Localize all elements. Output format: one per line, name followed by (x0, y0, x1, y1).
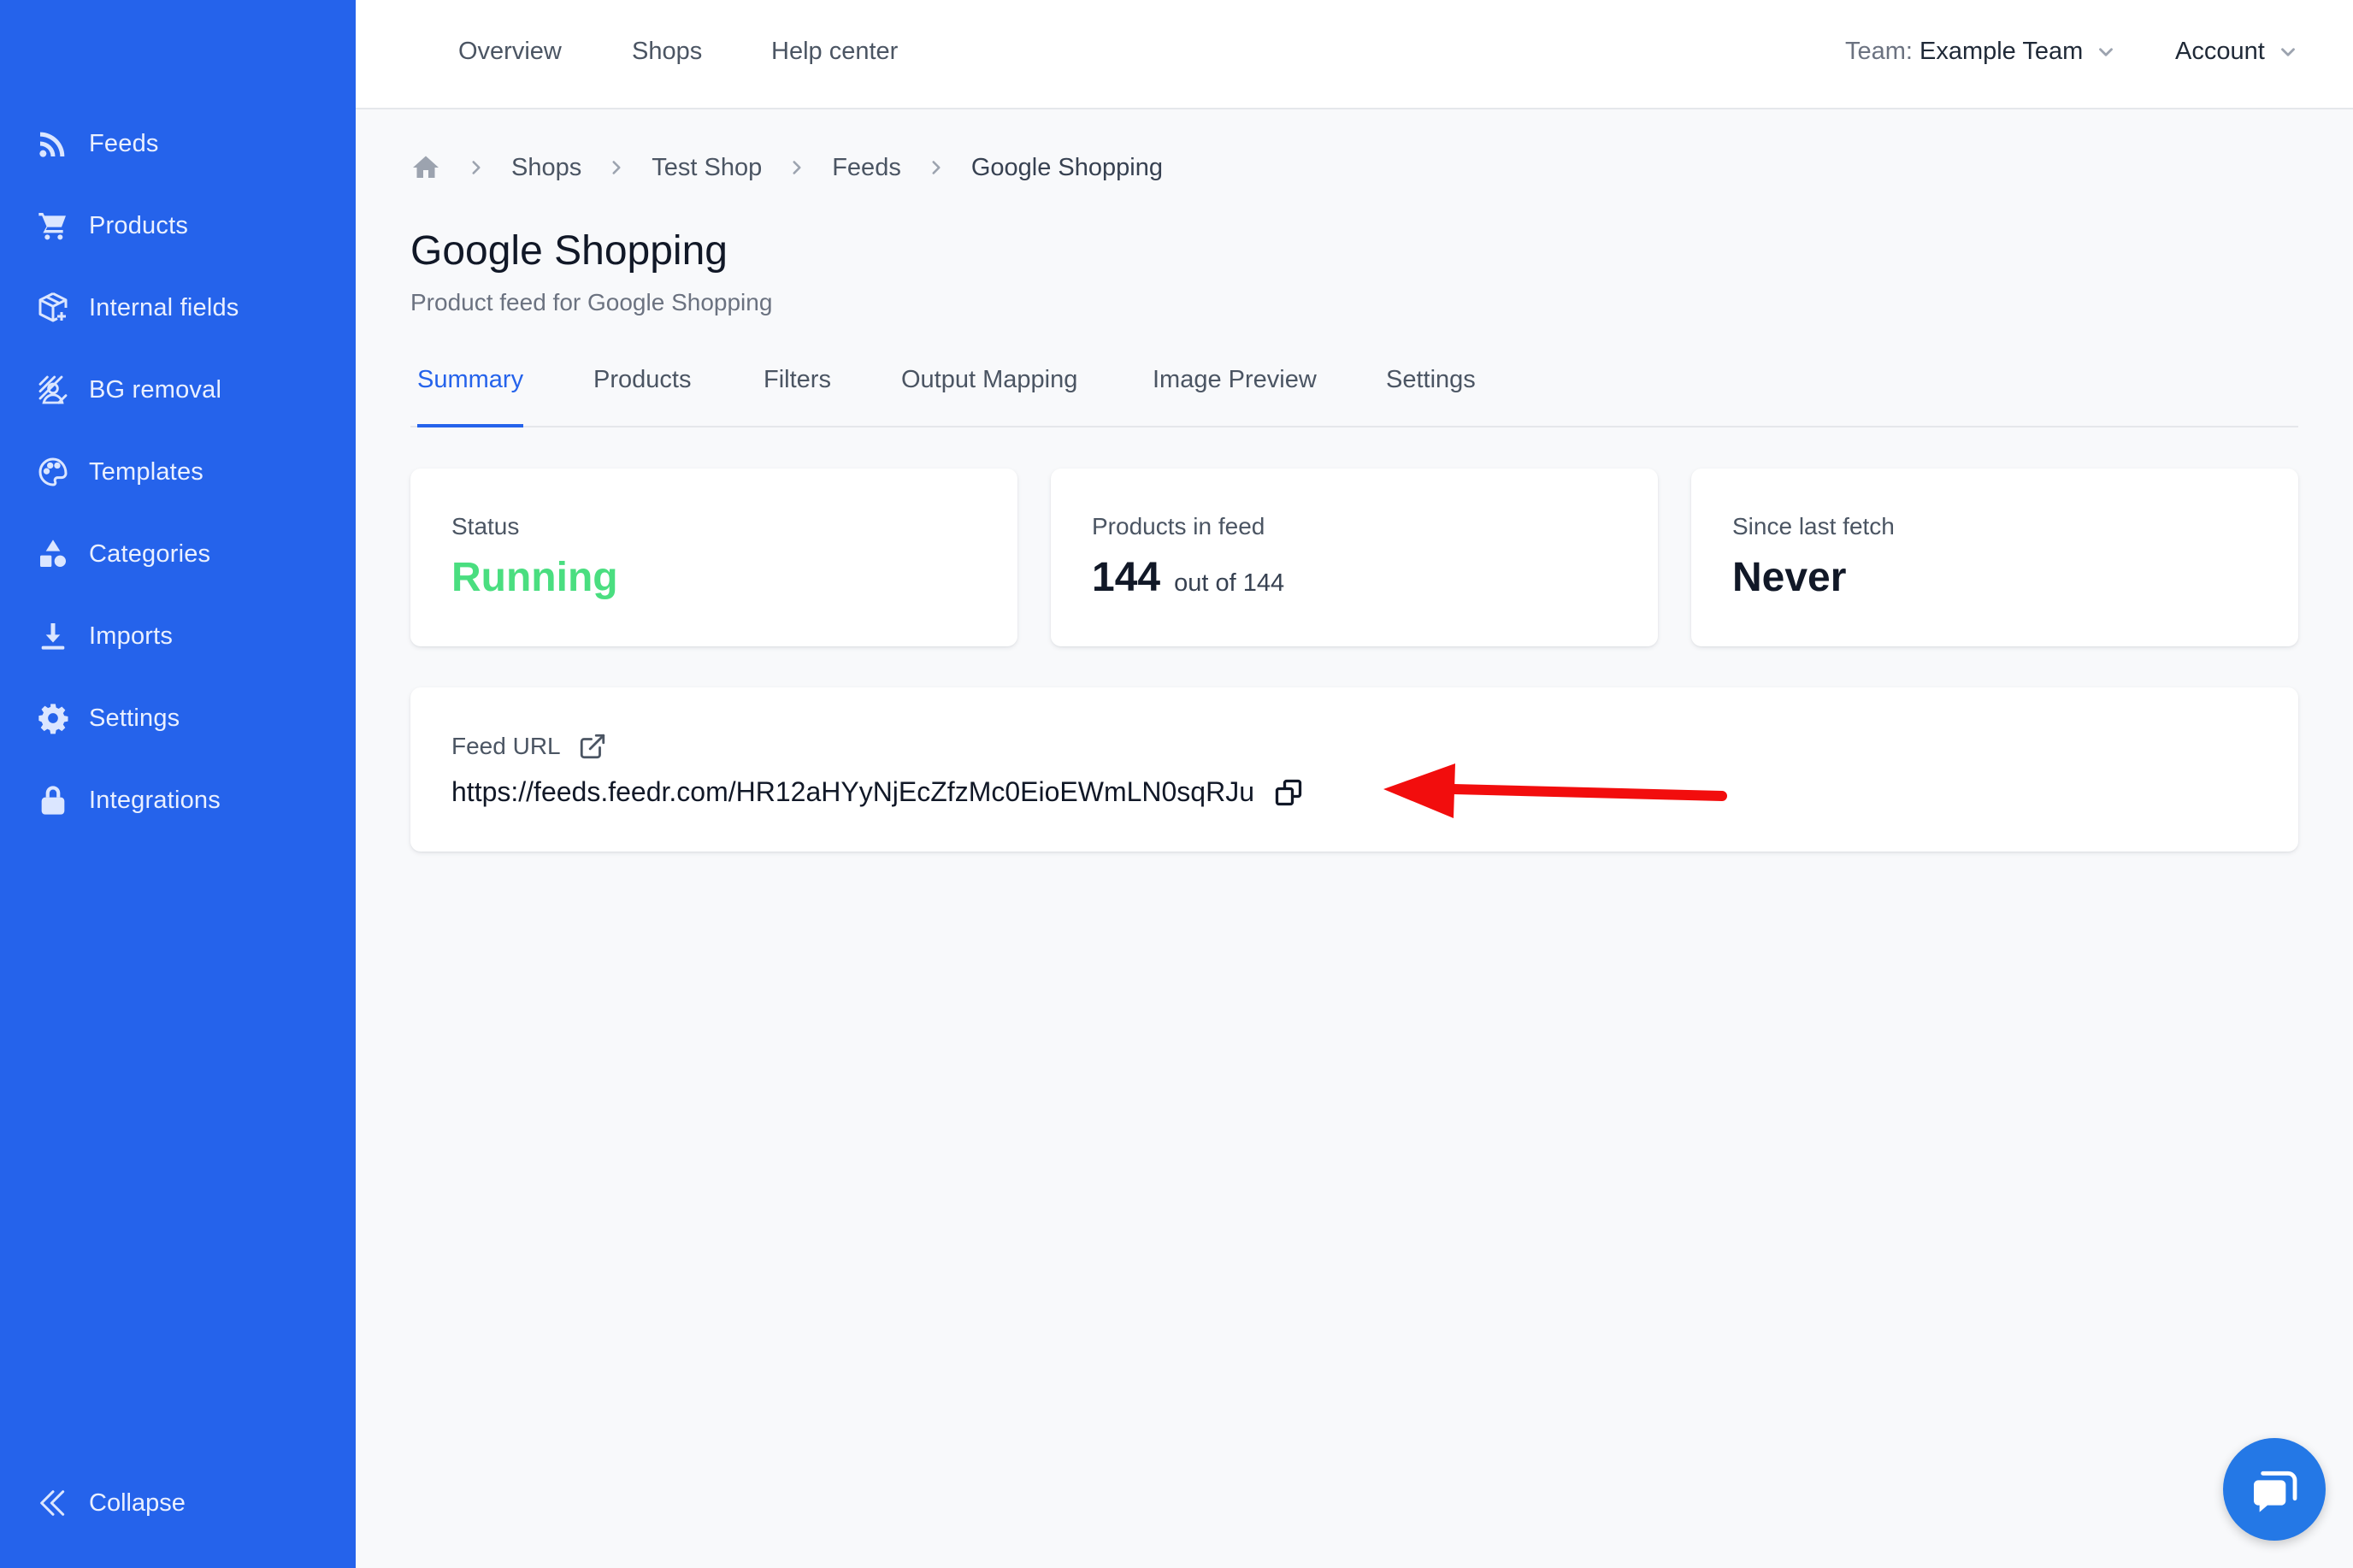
chevron-right-icon (472, 161, 481, 174)
collapse-button[interactable]: Collapse (34, 1484, 186, 1522)
double-chevron-left-icon (34, 1484, 72, 1522)
status-card: Status Running (410, 469, 1017, 646)
tab-filters[interactable]: Filters (764, 363, 831, 427)
sidebar-item-settings[interactable]: Settings (34, 694, 325, 742)
page-title: Google Shopping (410, 228, 728, 274)
page-subtitle: Product feed for Google Shopping (410, 289, 773, 315)
home-icon[interactable] (410, 152, 441, 183)
sidebar-item-label: Settings (89, 704, 180, 732)
palette-icon (34, 453, 72, 491)
chevron-down-icon (2099, 47, 2114, 56)
shapes-icon (34, 535, 72, 573)
sidebar-item-templates[interactable]: Templates (34, 448, 325, 496)
sidebar-item-label: Templates (89, 457, 203, 486)
chat-icon (2254, 1471, 2297, 1512)
copy-icon[interactable] (1273, 777, 1304, 808)
team-name: Example Team (1919, 38, 2084, 65)
breadcrumb-feeds[interactable]: Feeds (832, 154, 901, 182)
breadcrumb-test-shop[interactable]: Test Shop (652, 154, 762, 182)
sidebar: Feeds Products Internal fields BG remova… (0, 0, 356, 1568)
cart-icon (34, 207, 72, 245)
chevron-right-icon (932, 161, 941, 174)
feed-url-label-row: Feed URL (451, 732, 607, 761)
products-total: out of 144 (1174, 569, 1285, 597)
tab-products[interactable]: Products (593, 363, 691, 427)
status-value: Running (451, 555, 618, 600)
tab-settings[interactable]: Settings (1386, 363, 1476, 427)
box-plus-icon (34, 289, 72, 327)
external-link-icon[interactable] (578, 732, 607, 761)
breadcrumb-current: Google Shopping (970, 153, 1163, 181)
sidebar-item-label: Products (89, 211, 189, 239)
tab-summary[interactable]: Summary (417, 363, 524, 427)
last-fetch-card: Since last fetch Never (1691, 469, 2298, 646)
sidebar-item-label: Imports (89, 622, 174, 650)
products-in-feed-card: Products in feed 144 out of 144 (1051, 469, 1658, 646)
feed-url-row: https://feeds.feedr.com/HR12aHYyNjEcZfzM… (451, 776, 1304, 808)
sidebar-item-label: Integrations (89, 786, 221, 814)
topnav-help-center[interactable]: Help center (771, 38, 898, 66)
chat-support-button[interactable] (2223, 1438, 2326, 1541)
breadcrumb: Shops Test Shop Feeds Google Shopping (410, 150, 1163, 185)
products-in-feed-label: Products in feed (1092, 513, 1265, 539)
top-bar: Overview Shops Help center Team: Example… (356, 0, 2353, 109)
tab-bar: Summary Products Filters Output Mapping … (410, 363, 2298, 427)
tab-image-preview[interactable]: Image Preview (1153, 363, 1317, 427)
annotation-arrow-icon (1383, 763, 1727, 818)
chevron-right-icon (793, 161, 801, 174)
topnav-shops[interactable]: Shops (632, 38, 702, 66)
team-prefix: Team: (1845, 38, 1913, 65)
sidebar-item-products[interactable]: Products (34, 202, 325, 250)
sidebar-item-label: Internal fields (89, 293, 239, 321)
rss-icon (34, 125, 72, 162)
sidebar-item-label: BG removal (89, 375, 222, 404)
chevron-right-icon (612, 161, 621, 174)
sidebar-item-bg-removal[interactable]: BG removal (34, 366, 325, 414)
account-label: Account (2175, 38, 2265, 65)
products-count-row: 144 out of 144 (1092, 554, 1284, 601)
account-menu[interactable]: Account (2175, 38, 2299, 66)
sidebar-item-integrations[interactable]: Integrations (34, 776, 325, 824)
feed-url-card: Feed URL https://feeds.feedr.com/HR12aHY… (410, 687, 2298, 852)
last-fetch-value: Never (1732, 555, 1847, 600)
bg-removal-icon (34, 371, 72, 409)
status-label: Status (451, 513, 520, 539)
collapse-label: Collapse (89, 1488, 186, 1517)
sidebar-item-imports[interactable]: Imports (34, 612, 325, 660)
feed-url-label: Feed URL (451, 733, 561, 759)
lock-icon (34, 781, 72, 819)
download-icon (34, 617, 72, 655)
gear-icon (34, 699, 72, 737)
breadcrumb-shops[interactable]: Shops (511, 154, 581, 182)
last-fetch-label: Since last fetch (1732, 513, 1895, 539)
feed-url-value: https://feeds.feedr.com/HR12aHYyNjEcZfzM… (451, 776, 1254, 807)
tab-output-mapping[interactable]: Output Mapping (901, 363, 1077, 427)
team-selector[interactable]: Team: Example Team (1845, 38, 2117, 66)
sidebar-item-label: Feeds (89, 129, 159, 157)
chevron-down-icon (2280, 47, 2295, 56)
sidebar-item-label: Categories (89, 539, 211, 568)
sidebar-item-feeds[interactable]: Feeds (34, 120, 325, 168)
sidebar-item-categories[interactable]: Categories (34, 530, 325, 578)
sidebar-item-internal-fields[interactable]: Internal fields (34, 284, 325, 332)
topnav-overview[interactable]: Overview (458, 38, 562, 66)
products-count: 144 (1092, 555, 1161, 600)
